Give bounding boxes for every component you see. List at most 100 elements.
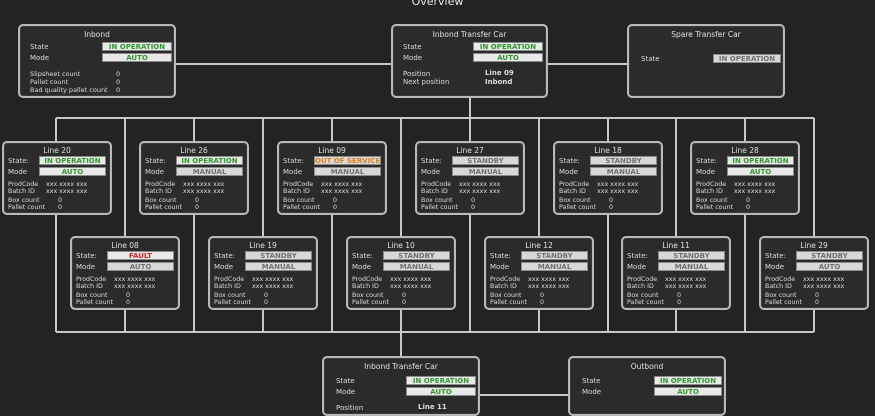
state-label: State xyxy=(641,55,660,63)
line-panel[interactable]: Line 28 State: IN OPERATION Mode AUTO Pr… xyxy=(690,141,800,215)
state-label: State xyxy=(403,43,422,51)
line-title: Line 10 xyxy=(387,241,415,250)
mode-badge: MANUAL xyxy=(452,167,519,176)
mode-badge: AUTO xyxy=(796,262,863,271)
state-badge: IN OPERATION xyxy=(39,156,106,165)
line-panel[interactable]: Line 08 State: FAULT Mode AUTO ProdCode … xyxy=(70,236,180,310)
state-label: State: xyxy=(696,157,717,165)
state-badge: STANDBY xyxy=(796,251,863,260)
mode-label: Mode xyxy=(403,54,423,62)
mode-badge: MANUAL xyxy=(658,262,725,271)
pallet-count-label: Pallet count xyxy=(765,299,802,306)
line-panel[interactable]: Line 19 State: STANDBY Mode MANUAL ProdC… xyxy=(208,236,318,310)
pallet-count-label: Pallet count xyxy=(30,78,69,86)
box-count-value: 0 xyxy=(195,197,200,204)
batch-id-value: xxx xxxx xxx xyxy=(390,283,432,290)
pallet-count-label: Pallet count xyxy=(421,204,458,211)
state-badge: STANDBY xyxy=(590,156,657,165)
prodcode-value: xxx xxxx xxx xyxy=(183,181,225,188)
box-count-label: Box count xyxy=(76,292,108,299)
pallet-count-value: 0 xyxy=(540,299,545,306)
line-panel[interactable]: Line 09 State: OUT OF SERVICE Mode MANUA… xyxy=(277,141,387,215)
position-value: Line 09 xyxy=(485,69,514,77)
pallet-count-label: Pallet count xyxy=(76,299,113,306)
batch-id-value: xxx xxxx xxx xyxy=(46,188,88,195)
pallet-count-value: 0 xyxy=(195,204,200,211)
prodcode-label: ProdCode xyxy=(8,181,39,188)
line-panel[interactable]: Line 26 State: IN OPERATION Mode MANUAL … xyxy=(139,141,249,215)
position-label: Position xyxy=(336,404,364,412)
inbond-transfer-car-top-panel[interactable]: Inbond Transfer Car State IN OPERATION M… xyxy=(391,24,548,98)
prodcode-value: xxx xxxx xxx xyxy=(734,181,776,188)
line-panel[interactable]: Line 18 State: STANDBY Mode MANUAL ProdC… xyxy=(553,141,663,215)
state-badge: IN OPERATION xyxy=(473,42,543,51)
line-title: Line 27 xyxy=(456,146,484,155)
batch-id-label: Batch ID xyxy=(559,188,586,195)
box-count-value: 0 xyxy=(333,197,338,204)
box-count-value: 0 xyxy=(402,292,407,299)
mode-badge: AUTO xyxy=(654,387,722,396)
pallet-count-value: 0 xyxy=(677,299,682,306)
mode-badge: AUTO xyxy=(406,387,476,396)
prodcode-label: ProdCode xyxy=(283,181,314,188)
pallet-count-label: Pallet count xyxy=(627,299,664,306)
state-badge: STANDBY xyxy=(383,251,450,260)
mode-label: Mode xyxy=(352,263,372,271)
batch-id-value: xxx xxxx xxx xyxy=(665,283,707,290)
line-panel[interactable]: Line 11 State: STANDBY Mode MANUAL ProdC… xyxy=(621,236,731,310)
next-position-label: Next position xyxy=(403,78,450,86)
box-count-label: Box count xyxy=(421,197,453,204)
line-panel[interactable]: Line 29 State: STANDBY Mode AUTO ProdCod… xyxy=(759,236,869,310)
batch-id-label: Batch ID xyxy=(490,283,517,290)
mode-label: Mode xyxy=(696,168,716,176)
state-badge: STANDBY xyxy=(521,251,588,260)
mode-label: Mode xyxy=(30,54,50,62)
box-count-value: 0 xyxy=(746,197,751,204)
state-label: State xyxy=(30,43,49,51)
state-label: State: xyxy=(352,252,373,260)
mode-badge: MANUAL xyxy=(245,262,312,271)
state-label: State: xyxy=(559,157,580,165)
position-label: Position xyxy=(403,70,431,78)
line-title: Line 28 xyxy=(731,146,759,155)
prodcode-label: ProdCode xyxy=(765,276,796,283)
box-count-value: 0 xyxy=(471,197,476,204)
mode-badge: AUTO xyxy=(107,262,174,271)
prodcode-value: xxx xxxx xxx xyxy=(390,276,432,283)
prodcode-label: ProdCode xyxy=(145,181,176,188)
pallet-count-value: 0 xyxy=(471,204,476,211)
prodcode-value: xxx xxxx xxx xyxy=(114,276,156,283)
prodcode-value: xxx xxxx xxx xyxy=(46,181,88,188)
state-badge: IN OPERATION xyxy=(176,156,243,165)
box-count-value: 0 xyxy=(540,292,545,299)
inbond-panel[interactable]: Inbond State IN OPERATION Mode AUTO Slip… xyxy=(18,24,176,98)
pallet-count-value: 0 xyxy=(264,299,269,306)
state-label: State: xyxy=(76,252,97,260)
pallet-count-label: Pallet count xyxy=(214,299,251,306)
prodcode-value: xxx xxxx xxx xyxy=(459,181,501,188)
box-count-value: 0 xyxy=(264,292,269,299)
mode-label: Mode xyxy=(627,263,647,271)
line-panel[interactable]: Line 20 State: IN OPERATION Mode AUTO Pr… xyxy=(2,141,112,215)
panel-title: Outbond xyxy=(630,362,664,371)
line-panel[interactable]: Line 12 State: STANDBY Mode MANUAL ProdC… xyxy=(484,236,594,310)
line-panel[interactable]: Line 10 State: STANDBY Mode MANUAL ProdC… xyxy=(346,236,456,310)
mode-label: Mode xyxy=(582,388,602,396)
box-count-label: Box count xyxy=(765,292,797,299)
pallet-count-label: Pallet count xyxy=(145,204,182,211)
prodcode-value: xxx xxxx xxx xyxy=(597,181,639,188)
box-count-label: Box count xyxy=(696,197,728,204)
batch-id-value: xxx xxxx xxx xyxy=(114,283,156,290)
state-badge: IN OPERATION xyxy=(654,376,722,385)
spare-transfer-car-panel[interactable]: Spare Transfer Car State IN OPERATION xyxy=(627,24,785,98)
inbond-transfer-car-bottom-panel[interactable]: Inbond Transfer Car State IN OPERATION M… xyxy=(322,356,480,416)
line-panel[interactable]: Line 27 State: STANDBY Mode MANUAL ProdC… xyxy=(415,141,525,215)
pallet-count-value: 0 xyxy=(609,204,614,211)
batch-id-label: Batch ID xyxy=(696,188,723,195)
mode-label: Mode xyxy=(559,168,579,176)
prodcode-label: ProdCode xyxy=(76,276,107,283)
batch-id-label: Batch ID xyxy=(76,283,103,290)
outbond-panel[interactable]: Outbond State IN OPERATION Mode AUTO xyxy=(568,356,726,416)
panel-title: Inbond xyxy=(84,30,110,39)
batch-id-value: xxx xxxx xxx xyxy=(459,188,501,195)
